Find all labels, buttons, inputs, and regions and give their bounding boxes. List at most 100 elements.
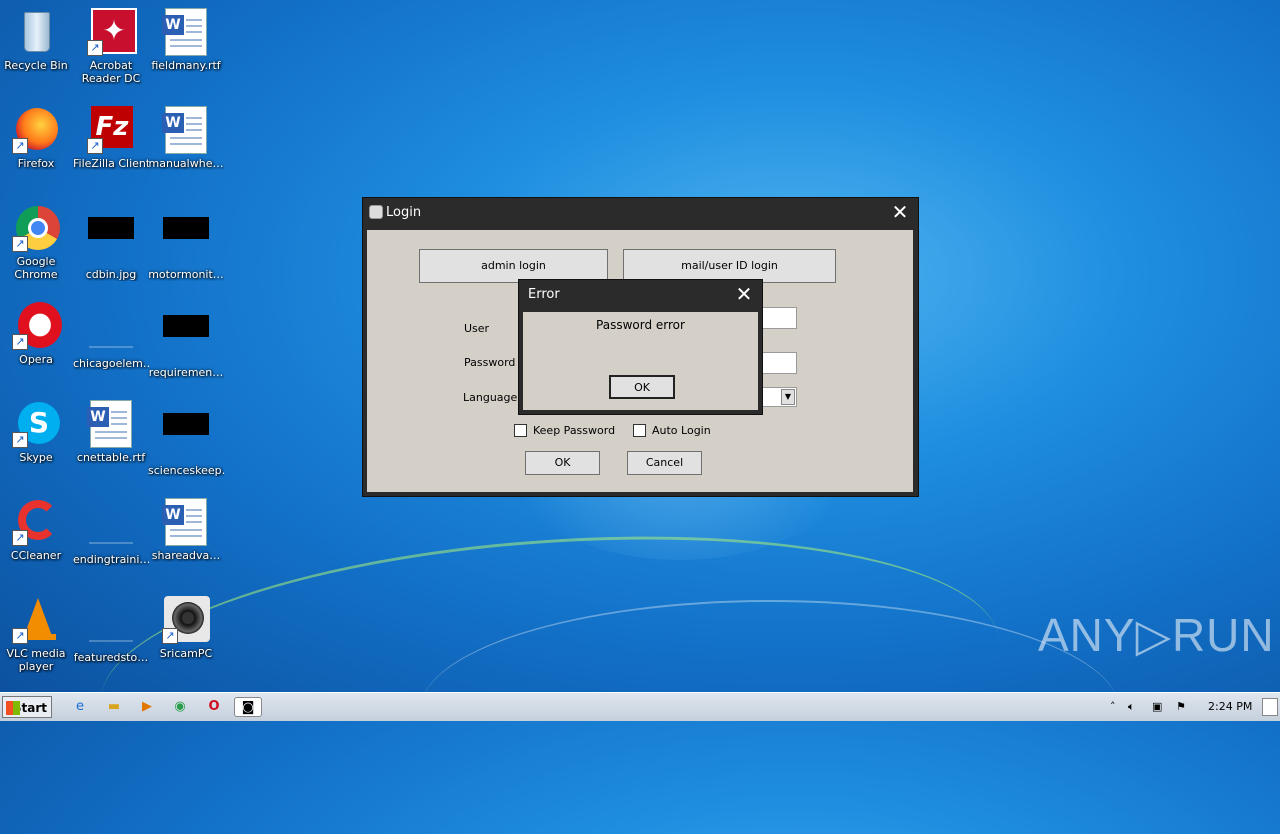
keep-password-checkbox[interactable]: Keep Password [514, 424, 615, 437]
checkbox-box[interactable] [514, 424, 527, 437]
desktop-icon-filezilla[interactable]: Fz ↗ FileZilla Client [73, 106, 149, 170]
desktop-icon-sricampc[interactable]: ↗ SricamPC [148, 596, 224, 660]
close-icon[interactable]: ✕ [726, 280, 762, 308]
chevron-down-icon[interactable]: ▼ [781, 389, 795, 405]
desktop-icon-cdbin[interactable]: cdbin.jpg [73, 204, 149, 281]
desktop-icon-label: cdbin.jpg [85, 268, 137, 281]
shortcut-arrow-icon: ↗ [12, 334, 28, 350]
ie-icon[interactable]: e [68, 697, 92, 717]
checkbox-box[interactable] [633, 424, 646, 437]
sricam-taskbar-icon[interactable]: ◙ [234, 697, 262, 717]
desktop-icon-requiremen[interactable]: requiremen… [148, 302, 224, 379]
desktop-icon-label: Google Chrome [14, 255, 58, 281]
desktop-icon-label: shareadva… [151, 549, 221, 562]
word-document-icon: W [162, 498, 207, 546]
chrome-taskbar-icon[interactable]: ◉ [168, 697, 192, 717]
desktop-icon-label: endingtraini… [73, 553, 149, 566]
user-input[interactable] [761, 307, 797, 329]
login-ok-button[interactable]: OK [525, 451, 600, 475]
error-titlebar[interactable]: Error ✕ [519, 280, 762, 308]
desktop-icon-label: chicagoelem… [73, 357, 149, 370]
volume-icon[interactable]: 🔈︎ [1128, 693, 1135, 721]
clock[interactable]: 2:24 PM [1208, 693, 1252, 721]
opera-taskbar-icon[interactable]: O [202, 697, 226, 717]
network-icon[interactable]: ▣ [1152, 693, 1162, 721]
admin-login-button[interactable]: admin login [419, 249, 608, 283]
image-file-icon [88, 217, 134, 239]
error-title: Error [528, 286, 560, 302]
file-icon [89, 502, 133, 544]
file-icon [163, 217, 209, 239]
desktop-icon-label: FileZilla Client [73, 157, 149, 170]
show-desktop-button[interactable] [1262, 698, 1278, 716]
word-document-icon: W [162, 106, 207, 154]
start-button[interactable]: Start [2, 696, 52, 718]
login-titlebar[interactable]: Login ✕ [363, 198, 918, 226]
file-icon [163, 413, 209, 435]
shortcut-arrow-icon: ↗ [12, 530, 28, 546]
desktop-icon-label: VLC media player [6, 647, 66, 673]
login-cancel-button[interactable]: Cancel [627, 451, 702, 475]
chrome-icon: ↗ [12, 204, 60, 252]
password-input[interactable] [761, 352, 797, 374]
language-select[interactable]: ▼ [761, 387, 797, 407]
desktop-icon-scienceskeep[interactable]: scienceskeep… [148, 400, 224, 477]
desktop-icon-label: SricamPC [159, 647, 213, 660]
app-icon [369, 205, 383, 219]
desktop-icon-label: scienceskeep… [148, 464, 224, 477]
desktop-icon-label: Skype [19, 451, 53, 464]
desktop-icon-chrome[interactable]: ↗ Google Chrome [0, 204, 74, 281]
desktop-icon-ccleaner[interactable]: ↗ CCleaner [0, 498, 74, 562]
file-icon [163, 315, 209, 337]
desktop-icon-recycle-bin[interactable]: Recycle Bin [0, 8, 74, 72]
action-center-flag-icon[interactable]: ⚑ [1176, 693, 1186, 721]
shortcut-arrow-icon: ↗ [162, 628, 178, 644]
opera-icon: ↗ [12, 302, 62, 350]
desktop-icon-skype[interactable]: S ↗ Skype [0, 400, 74, 464]
skype-icon: S ↗ [12, 400, 60, 448]
desktop-icon-cnettable[interactable]: W cnettable.rtf [73, 400, 149, 464]
shortcut-arrow-icon: ↗ [87, 138, 103, 154]
desktop-icon-manualwhe[interactable]: W manualwhe… [148, 106, 224, 170]
desktop-icon-featuredsto[interactable]: featuredsto… [73, 596, 149, 664]
error-message: Password error [596, 318, 685, 332]
desktop-icon-opera[interactable]: ↗ Opera [0, 302, 74, 366]
desktop-icon-motormonit[interactable]: motormonit… [148, 204, 224, 281]
desktop-icon-label: Opera [19, 353, 53, 366]
word-document-icon: W [87, 400, 132, 448]
show-hidden-icons[interactable]: ˄ [1110, 693, 1116, 721]
desktop-icon-label: Recycle Bin [4, 59, 68, 72]
desktop-icon-fieldmany[interactable]: W fieldmany.rtf [148, 8, 224, 72]
sricam-icon: ↗ [162, 596, 210, 644]
anyrun-watermark: ANY▷RUN [1038, 609, 1275, 661]
desktop-icon-shareadva[interactable]: W shareadva… [148, 498, 224, 562]
ccleaner-icon: ↗ [12, 498, 60, 546]
desktop-icon-firefox[interactable]: ↗ Firefox [0, 106, 74, 170]
explorer-icon[interactable]: ▬ [102, 697, 126, 717]
auto-login-label: Auto Login [652, 424, 711, 437]
shortcut-arrow-icon: ↗ [87, 40, 103, 56]
desktop-icon-vlc[interactable]: ↗ VLC media player [0, 596, 74, 673]
mail-user-id-login-button[interactable]: mail/user ID login [623, 249, 836, 283]
windows-logo-icon [6, 701, 20, 715]
media-player-icon[interactable]: ▶ [135, 697, 159, 717]
desktop-icon-acrobat[interactable]: ✦ ↗ Acrobat Reader DC [73, 8, 149, 85]
desktop-icon-endingtraini[interactable]: endingtraini… [73, 498, 149, 566]
desktop-icon-label: Firefox [17, 157, 55, 170]
desktop-icon-label: fieldmany.rtf [151, 59, 221, 72]
filezilla-icon: Fz ↗ [87, 106, 135, 154]
password-label: Password [464, 356, 516, 369]
shortcut-arrow-icon: ↗ [12, 432, 28, 448]
keep-password-label: Keep Password [533, 424, 616, 437]
file-icon [89, 306, 133, 348]
shortcut-arrow-icon: ↗ [12, 628, 28, 644]
desktop-icon-label: featuredsto… [73, 651, 149, 664]
acrobat-icon: ✦ ↗ [87, 8, 137, 56]
error-dialog: Error ✕ Password error OK [518, 279, 763, 415]
firefox-icon: ↗ [12, 106, 60, 154]
desktop-icon-chicagoelem[interactable]: chicagoelem… [73, 302, 149, 370]
auto-login-checkbox[interactable]: Auto Login [633, 424, 711, 437]
close-icon[interactable]: ✕ [882, 198, 918, 226]
error-ok-button[interactable]: OK [609, 375, 675, 399]
login-title: Login [386, 204, 422, 220]
